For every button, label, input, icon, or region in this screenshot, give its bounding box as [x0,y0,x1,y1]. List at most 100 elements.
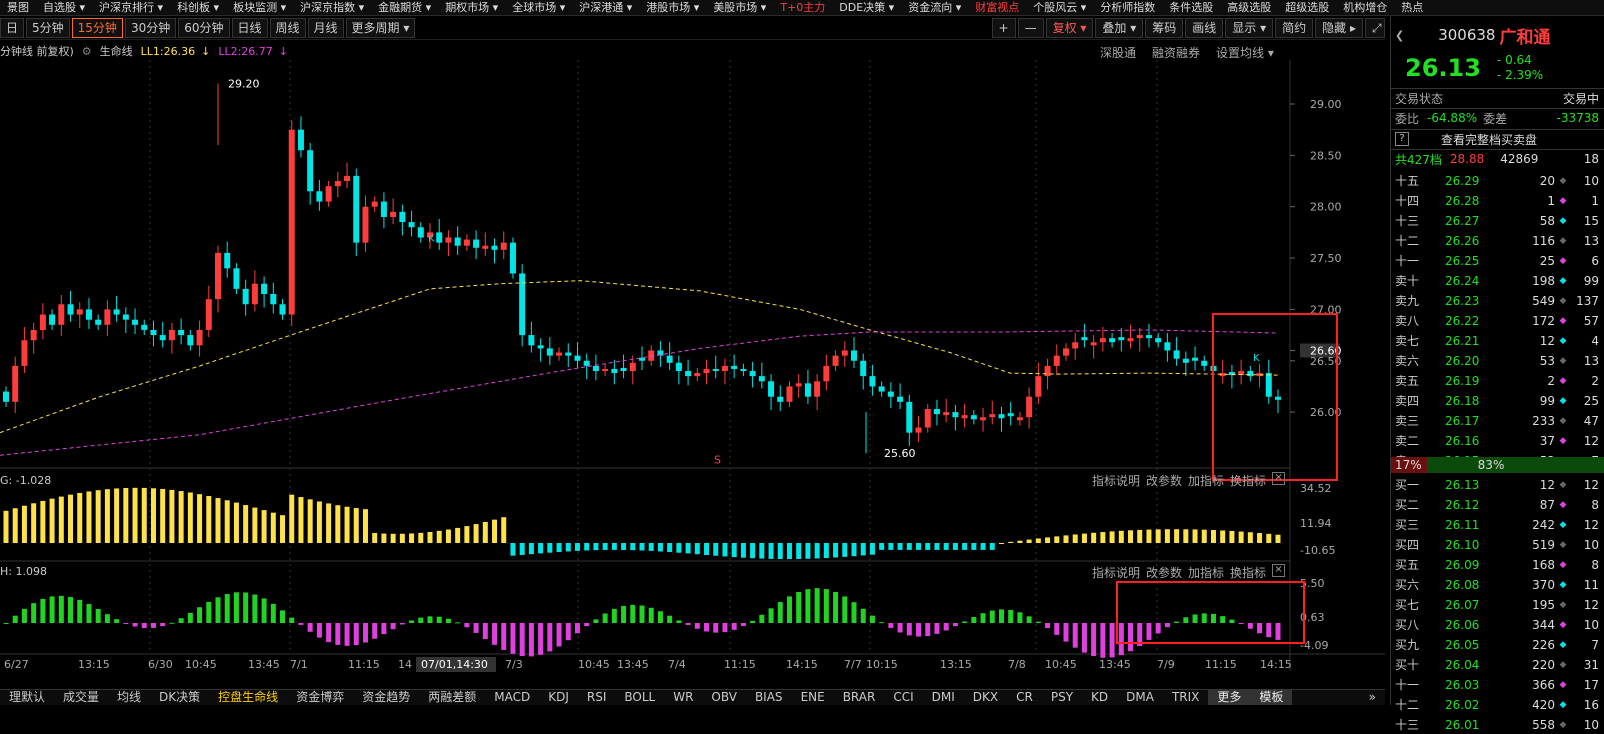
indicator-tab[interactable]: RSI [578,690,616,705]
menu-item[interactable]: DDE决策 ▾ [832,0,901,15]
indicator-tab[interactable]: MACD [485,690,539,705]
menu-item[interactable]: 资金流向 ▾ [901,0,968,15]
ask-row[interactable]: 卖九 26.23 549 ◆ 137 [1391,291,1604,310]
help-icon[interactable]: ? [1395,132,1409,146]
menu-item[interactable]: 美股市场 ▾ [706,0,773,15]
candle-body [454,237,461,246]
menu-item[interactable]: 财富视点 [968,0,1026,15]
ask-row[interactable]: 卖四 26.18 99 ◆ 25 [1391,391,1604,410]
indicator-link[interactable]: 换指标 [1230,472,1266,489]
level-price: 26.24 [1445,273,1480,288]
close-icon[interactable]: × [1272,564,1286,577]
bid-row[interactable]: 买二 26.12 87 ◆ 8 [1391,495,1604,514]
ask-row[interactable]: 卖六 26.20 53 ◆ 13 [1391,351,1604,370]
kline-chart-area[interactable]: 日 5分钟 15分钟 30分钟 60分钟 日线 周线 月线 更多周期 ▾ + — 复权 ▾ 叠加 ▾ 筹码… [0,16,1385,705]
menu-item[interactable]: T+0主力 [773,0,832,15]
menu-item[interactable]: 景图 [0,0,36,15]
panel-scroll-icon[interactable]: ❮ [1395,29,1404,42]
indicator-link[interactable]: 指标说明 [1092,472,1140,489]
indicator1-bar [897,543,903,550]
bid-row[interactable]: 买一 26.13 12 ◆ 12 [1391,475,1604,494]
chart-canvas[interactable]: 29.0028.5028.0027.5027.0026.6026.5026.00… [0,16,1385,705]
bid-row[interactable]: 买六 26.08 370 ◆ 11 [1391,575,1604,594]
ask-row[interactable]: 卖七 26.21 12 ◆ 4 [1391,331,1604,350]
menu-item[interactable]: 板块监测 ▾ [226,0,293,15]
indicator-link[interactable]: 换指标 [1230,564,1266,581]
indicator-tab[interactable]: 两融差额 [419,690,485,705]
ask-row[interactable]: 十四 26.28 1 ◆ 1 [1391,191,1604,210]
ask-row[interactable]: 卖八 26.22 172 ◆ 57 [1391,311,1604,330]
indicator-tab[interactable]: KD [1082,690,1117,705]
ask-row[interactable]: 十一 26.25 25 ◆ 6 [1391,251,1604,270]
menu-item[interactable]: 金融期货 ▾ [371,0,438,15]
menu-item[interactable]: 港股市场 ▾ [639,0,706,15]
bid-row[interactable]: 买八 26.06 344 ◆ 10 [1391,615,1604,634]
indicator-tab[interactable]: 资金博弈 [287,690,353,705]
menu-item[interactable]: 机构增仓 [1336,0,1394,15]
ask-row[interactable]: 十二 26.26 116 ◆ 13 [1391,231,1604,250]
indicator-tab[interactable]: DK决策 [150,690,209,705]
indicator-link[interactable]: 改参数 [1146,564,1182,581]
indicator-link[interactable]: 改参数 [1146,472,1182,489]
indicator-tab[interactable]: TRIX [1163,690,1208,705]
indicator-tab[interactable]: DMA [1117,690,1163,705]
full-book-link[interactable]: 查看完整档买卖盘 [1441,131,1537,148]
indicator-tab[interactable]: BOLL [615,690,664,705]
indicator-tab[interactable]: 均线 [108,690,150,705]
indicator-tab[interactable]: BRAR [834,690,885,705]
menu-item[interactable]: 条件选股 [1162,0,1220,15]
menu-item[interactable]: 全球市场 ▾ [505,0,572,15]
ask-row[interactable]: 卖三 26.17 233 ◆ 47 [1391,411,1604,430]
indicator-tab[interactable]: CCI [884,690,922,705]
ask-row[interactable]: 卖五 26.19 2 ◆ 2 [1391,371,1604,390]
indicator-tab[interactable]: DKX [964,690,1007,705]
bid-row[interactable]: 买四 26.10 519 ◆ 10 [1391,535,1604,554]
menu-item[interactable]: 沪深京排行 ▾ [92,0,170,15]
menu-item[interactable]: 期权市场 ▾ [438,0,505,15]
menu-item[interactable]: 个股风云 ▾ [1026,0,1093,15]
full-book-row[interactable]: ? 查看完整档买卖盘 [1391,129,1604,148]
indicator-tab[interactable]: ENE [792,690,834,705]
indicator-tab[interactable]: KDJ [539,690,578,705]
indicator-tab[interactable]: 更多 [1208,690,1251,705]
bid-row[interactable]: 买五 26.09 168 ◆ 8 [1391,555,1604,574]
indicator-tab[interactable]: 理默认 [0,690,54,705]
ask-row[interactable]: 卖十 26.24 198 ◆ 99 [1391,271,1604,290]
indicator-link[interactable]: 指标说明 [1092,564,1140,581]
bid-row[interactable]: 买七 26.07 195 ◆ 12 [1391,595,1604,614]
indicator-link[interactable]: 加指标 [1188,564,1224,581]
indicator2-bar [3,623,9,624]
close-icon[interactable]: × [1272,472,1286,485]
indicator-tab[interactable]: WR [664,690,702,705]
ask-row[interactable]: 十三 26.27 58 ◆ 15 [1391,211,1604,230]
menu-item[interactable]: 科创板 ▾ [170,0,226,15]
menu-item[interactable]: 高级选股 [1220,0,1278,15]
indicator-tab[interactable]: 资金趋势 [353,690,419,705]
level-price: 26.01 [1445,717,1480,732]
indicator-tab[interactable]: 模板 [1250,690,1293,705]
ask-row[interactable]: 卖二 26.16 37 ◆ 12 [1391,431,1604,450]
bid-row[interactable]: 买三 26.11 242 ◆ 12 [1391,515,1604,534]
menu-item[interactable]: 热点 [1394,0,1430,15]
indicator-tab[interactable]: 成交量 [54,690,108,705]
indicator-tab[interactable]: PSY [1042,690,1082,705]
menu-item[interactable]: 自选股 ▾ [36,0,92,15]
indicator-tab[interactable]: BIAS [746,690,792,705]
scroll-right-icon[interactable]: » [1360,690,1385,705]
menu-item[interactable]: 沪深京指数 ▾ [293,0,371,15]
indicator-tab[interactable]: DMI [923,690,964,705]
indicator2-bar [114,619,120,623]
menu-item[interactable]: 沪深港通 ▾ [572,0,639,15]
menu-item[interactable]: 超级选股 [1278,0,1336,15]
bid-row[interactable]: 买十 26.04 220 ◆ 31 [1391,655,1604,674]
bid-row[interactable]: 买九 26.05 226 ◆ 7 [1391,635,1604,654]
bid-row[interactable]: 十三 26.01 558 ◆ 10 [1391,715,1604,734]
indicator-tab[interactable]: OBV [702,690,746,705]
level-volume: 116 [1532,233,1555,248]
menu-item[interactable]: 分析师指数 [1093,0,1162,15]
bid-row[interactable]: 十一 26.03 366 ◆ 17 [1391,675,1604,694]
indicator-tab[interactable]: CR [1007,690,1042,705]
ask-row[interactable]: 十五 26.29 20 ◆ 10 [1391,171,1604,190]
indicator-link[interactable]: 加指标 [1188,472,1224,489]
indicator-tab[interactable]: 控盘生命线 [209,690,287,705]
